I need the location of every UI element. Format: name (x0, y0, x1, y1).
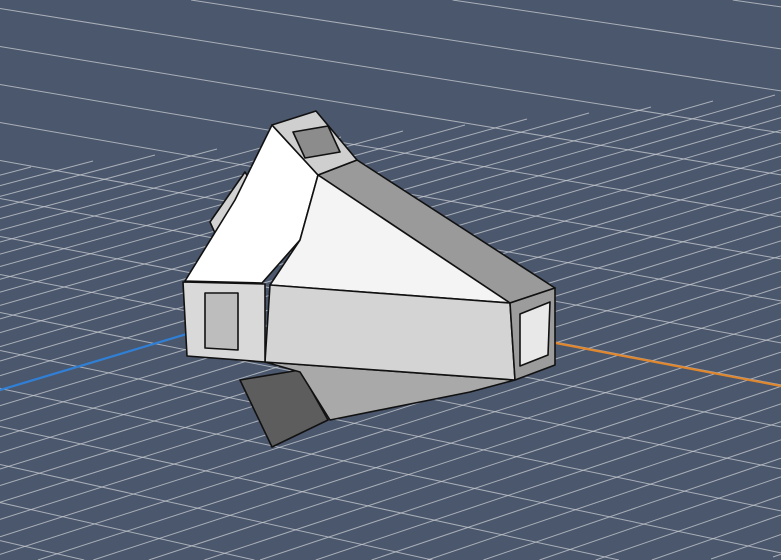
model-left-window (204, 292, 239, 351)
3d-viewport[interactable] (0, 0, 781, 560)
3d-model[interactable] (0, 0, 781, 560)
model-right-window (519, 301, 551, 367)
